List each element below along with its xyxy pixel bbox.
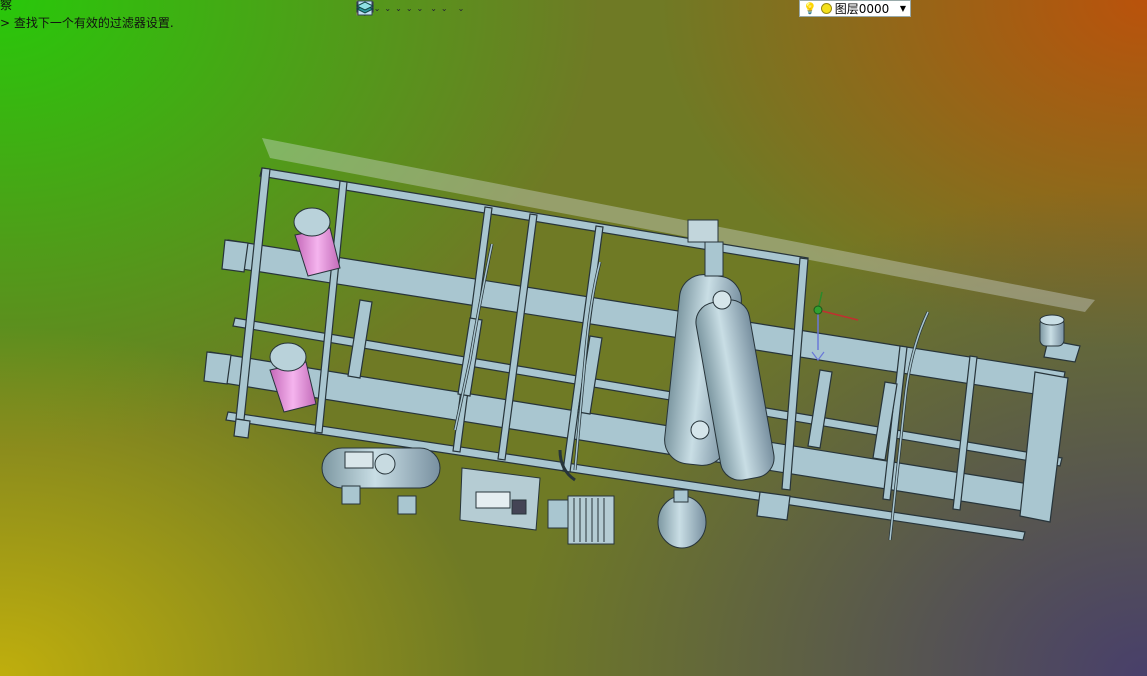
chevron-down-icon: ⌄ [373, 4, 381, 13]
layer-name: 图层0000 [834, 2, 890, 16]
chevron-down-icon: ⌄ [440, 4, 448, 13]
command-message-header: 察 [0, 0, 13, 12]
layer-freeze-icon[interactable] [820, 3, 832, 14]
frame-end-right-bottom [1019, 371, 1069, 523]
chevron-down-icon: ⌄ [384, 4, 392, 13]
monitor-button[interactable]: ⌄ [356, 0, 448, 18]
right-outlet [1039, 314, 1065, 347]
layer-properties-button[interactable]: ⌄ [356, 0, 465, 18]
chevron-down-icon: ⌄ [405, 4, 413, 13]
appearance-button[interactable]: ⌄ [358, 0, 413, 18]
frame-end-left-bottom [203, 351, 232, 385]
chevron-down-icon: ⌄ [457, 4, 465, 13]
lightbulb-icon[interactable]: 💡 [803, 2, 817, 15]
zoom-fit-button[interactable]: ⌄ [356, 0, 424, 18]
3d-graphics-viewport[interactable]: 察 > 查找下一个有效的过滤器设置. ⌄ ⌄ ⌄ ⌄ ⌄ ⌄ ⌄ ⌄ 💡 图层0… [0, 0, 1147, 676]
view-toolbar: ⌄ ⌄ ⌄ ⌄ ⌄ ⌄ ⌄ ⌄ [356, 0, 464, 18]
command-message-line: > 查找下一个有效的过滤器设置. [0, 16, 174, 30]
hide-show-button[interactable]: ⌄ [357, 0, 437, 18]
cube-shaded-button[interactable]: ⌄ [357, 0, 392, 18]
chevron-down-icon: ⌄ [395, 4, 402, 13]
chevron-down-icon: ⌄ [416, 4, 424, 13]
roller-lower [269, 342, 317, 413]
layer-select[interactable]: 💡 图层0000 ▼ [799, 0, 911, 17]
air-compressor [321, 447, 441, 515]
frame-end-left-top [221, 239, 249, 273]
chevron-down-icon: ⌄ [430, 4, 437, 13]
chevron-down-icon[interactable]: ▼ [900, 4, 906, 13]
control-cabinet [459, 467, 541, 531]
drive-motor [547, 495, 615, 545]
cad-model-render[interactable] [0, 0, 1147, 676]
layer-properties-icon [356, 1, 374, 14]
pressure-vessel [657, 489, 707, 549]
cube-wire-button[interactable]: ⌄ [357, 0, 402, 18]
vertical-tank [664, 274, 775, 481]
